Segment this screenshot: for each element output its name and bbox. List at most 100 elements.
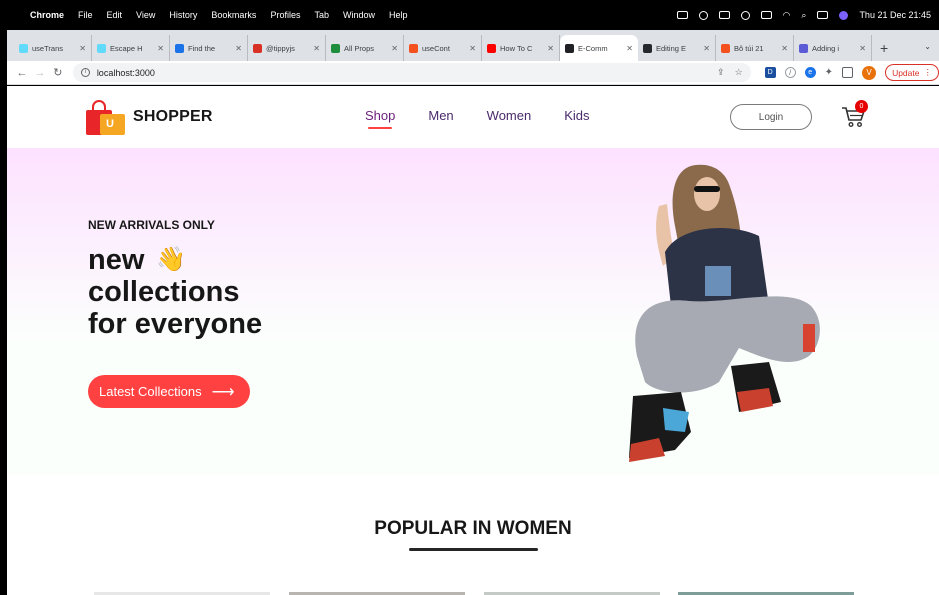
browser-tab[interactable]: Find the ✕ — [170, 35, 248, 61]
cart-count-badge: 0 — [855, 100, 868, 113]
back-icon[interactable]: ← — [13, 67, 31, 79]
profile-avatar[interactable]: V — [862, 65, 877, 80]
popular-section-divider — [409, 548, 538, 551]
menu-app-name[interactable]: Chrome — [30, 10, 64, 20]
spotlight-search-icon[interactable]: ⌕ — [801, 10, 806, 21]
menu-tab[interactable]: Tab — [314, 10, 329, 20]
tab-favicon-icon — [253, 43, 262, 53]
tab-favicon-icon — [175, 43, 184, 53]
extension-d-icon[interactable]: D — [764, 67, 776, 78]
tab-close-icon[interactable]: ✕ — [235, 44, 242, 53]
menu-item-shop[interactable]: Shop — [365, 108, 395, 129]
browser-tab[interactable]: All Props ✕ — [326, 35, 404, 61]
popular-section-title: POPULAR IN WOMEN — [374, 518, 572, 539]
new-tab-icon[interactable]: + — [880, 35, 888, 61]
tab-favicon-icon — [799, 43, 808, 53]
battery-icon[interactable] — [760, 11, 772, 19]
tab-title: E-Comm — [578, 43, 608, 53]
menu-history[interactable]: History — [169, 10, 197, 20]
tab-close-icon[interactable]: ✕ — [313, 44, 320, 53]
tab-close-icon[interactable]: ✕ — [781, 44, 788, 53]
share-icon[interactable]: ⇪ — [717, 67, 725, 78]
tab-search-chevron-icon[interactable]: ⌄ — [924, 42, 931, 51]
menu-window[interactable]: Window — [343, 10, 375, 20]
browser-tab[interactable]: How To C ✕ — [482, 35, 560, 61]
tab-favicon-icon — [19, 43, 28, 53]
side-panel-icon[interactable] — [842, 67, 854, 78]
tab-title: Bô túi 21 — [734, 43, 764, 53]
extensions-area: D / e ✦ V Update ⋮ — [764, 64, 939, 81]
tab-favicon-icon — [643, 43, 652, 53]
tab-favicon-icon — [97, 43, 106, 53]
browser-tab[interactable]: Escape H ✕ — [92, 35, 170, 61]
menu-bar-status-area: ◠ ⌕ Thu 21 Dec 21:45 — [676, 0, 931, 30]
tab-close-icon[interactable]: ✕ — [157, 44, 164, 53]
update-label: Update — [892, 67, 920, 78]
menu-profiles[interactable]: Profiles — [270, 10, 300, 20]
menu-file[interactable]: File — [78, 10, 93, 20]
more-menu-icon: ⋮ — [923, 67, 932, 77]
browser-tab[interactable]: Editing E ✕ — [638, 35, 716, 61]
menu-item-kids[interactable]: Kids — [564, 108, 589, 123]
reload-icon[interactable]: ↻ — [49, 66, 67, 79]
tab-title: useTrans — [32, 43, 63, 53]
monitor-icon[interactable] — [676, 11, 688, 19]
tab-title: Editing E — [656, 43, 687, 53]
login-button[interactable]: Login — [730, 104, 812, 130]
tab-close-icon[interactable]: ✕ — [469, 44, 476, 53]
hero-title: new 👋 collections for everyone — [88, 244, 262, 340]
waving-hand-icon: 👋 — [156, 246, 187, 273]
extension-compass-icon[interactable]: / — [784, 67, 796, 78]
tab-close-icon[interactable]: ✕ — [79, 44, 86, 53]
siri-icon[interactable] — [839, 10, 849, 20]
tab-close-icon[interactable]: ✕ — [547, 44, 554, 53]
play-icon[interactable] — [698, 10, 708, 20]
hero-model-image — [629, 164, 820, 462]
menu-item-women[interactable]: Women — [487, 108, 532, 123]
wifi-icon[interactable]: ◠ — [783, 10, 791, 21]
browser-tab[interactable]: Adding i ✕ — [794, 35, 872, 61]
tab-favicon-icon — [721, 43, 730, 53]
menu-edit[interactable]: Edit — [107, 10, 123, 20]
extension-e-icon[interactable]: e — [804, 67, 816, 78]
tab-close-icon[interactable]: ✕ — [626, 44, 633, 53]
address-bar-url[interactable]: localhost:3000 — [97, 68, 155, 78]
tab-favicon-icon — [487, 43, 496, 53]
latest-collections-button[interactable]: Latest Collections ⟶ — [88, 375, 250, 408]
menu-bar-clock[interactable]: Thu 21 Dec 21:45 — [859, 10, 931, 20]
menu-bookmarks[interactable]: Bookmarks — [211, 10, 256, 20]
menu-help[interactable]: Help — [389, 10, 408, 20]
extensions-puzzle-icon[interactable]: ✦ — [825, 67, 833, 78]
bookmark-star-icon[interactable]: ☆ — [735, 67, 743, 78]
browser-tab[interactable]: @tippyjs ✕ — [248, 35, 326, 61]
browser-tab[interactable]: useTrans ✕ — [14, 35, 92, 61]
address-bar[interactable]: i localhost:3000 ⇪ ☆ — [72, 63, 751, 82]
tab-close-icon[interactable]: ✕ — [859, 44, 866, 53]
menu-view[interactable]: View — [136, 10, 155, 20]
hero-title-line-2: collections — [88, 276, 240, 308]
tab-title: How To C — [500, 43, 533, 53]
site-navbar: U SHOPPER Shop Men Women Kids Login 0 — [7, 86, 939, 148]
forward-icon[interactable]: → — [31, 67, 49, 79]
keyboard-input-icon[interactable] — [718, 11, 730, 19]
update-button[interactable]: Update ⋮ — [885, 64, 939, 81]
tab-title: Escape H — [110, 43, 143, 53]
tab-close-icon[interactable]: ✕ — [703, 44, 710, 53]
tab-title: @tippyjs — [266, 43, 295, 53]
menu-item-men[interactable]: Men — [428, 108, 453, 123]
hero-title-line-1: new — [88, 244, 145, 276]
browser-tab[interactable]: useCont ✕ — [404, 35, 482, 61]
info-icon[interactable] — [740, 10, 750, 20]
tab-title: All Props — [344, 43, 375, 53]
macos-menu-bar: Chrome File Edit View History Bookmarks … — [0, 0, 939, 30]
site-logo[interactable]: U SHOPPER — [86, 98, 213, 136]
active-menu-underline — [368, 127, 392, 129]
tab-close-icon[interactable]: ✕ — [391, 44, 398, 53]
browser-tab[interactable]: Bô túi 21 ✕ — [716, 35, 794, 61]
site-info-icon[interactable]: i — [80, 68, 90, 77]
browser-tab-active[interactable]: E-Comm ✕ — [560, 35, 638, 61]
tab-title: useCont — [422, 43, 450, 53]
hero-banner: NEW ARRIVALS ONLY new 👋 collections for e… — [7, 148, 939, 475]
web-page: U SHOPPER Shop Men Women Kids Login 0 NE… — [7, 86, 939, 595]
control-center-icon[interactable] — [817, 11, 829, 19]
